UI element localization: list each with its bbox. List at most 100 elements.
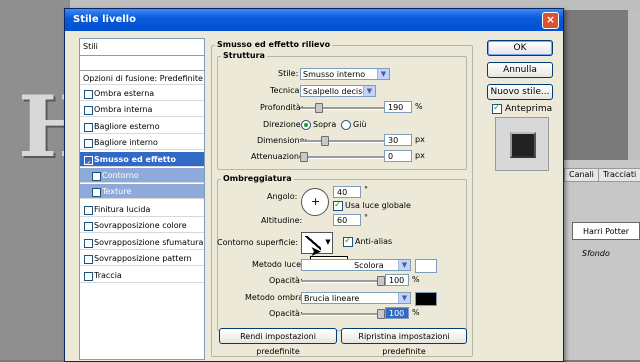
dialog-title: Stile livello (73, 14, 136, 25)
style-item-inner-shadow[interactable]: Ombra interna (80, 102, 204, 117)
document-canvas[interactable]: H (0, 0, 97, 360)
soften-slider-thumb[interactable] (300, 152, 308, 162)
technique-label: Tecnica: (270, 86, 303, 95)
style-item-label: Bagliore interno (94, 138, 158, 147)
close-button[interactable]: × (542, 12, 559, 29)
size-slider[interactable] (300, 140, 384, 143)
tab-channels[interactable]: Canali (564, 168, 599, 182)
shading-title: Ombreggiatura (221, 174, 294, 183)
cancel-button[interactable]: Annulla (487, 62, 553, 78)
new-style-button[interactable]: Nuovo stile... (487, 84, 553, 100)
style-checkbox[interactable] (84, 139, 93, 148)
direction-label: Direzione: (263, 120, 304, 129)
layer-row[interactable]: Harri Potter (572, 222, 640, 240)
shadow-opacity-slider[interactable] (301, 313, 385, 316)
highlight-mode-select[interactable]: Scolora ▼ (301, 259, 411, 271)
layer-style-dialog: Stile livello × Stili Opzioni di fusione… (64, 8, 564, 362)
style-checkbox[interactable] (92, 172, 101, 181)
highlight-opacity-input[interactable]: 100 (385, 274, 409, 286)
style-item-drop-shadow[interactable]: Ombra esterna (80, 86, 204, 101)
angle-dial[interactable]: + (301, 188, 329, 216)
shadow-mode-label: Metodo ombra: (245, 293, 307, 302)
blending-options-label: Opzioni di fusione: Predefinite (83, 74, 203, 83)
technique-select[interactable]: Scalpello deciso ▼ (300, 85, 376, 97)
blending-options-item[interactable]: Opzioni di fusione: Predefinite (80, 70, 204, 85)
chevron-down-icon: ▼ (363, 86, 375, 96)
style-item-label: Sovrapposizione colore (94, 221, 187, 230)
soften-unit: px (415, 151, 425, 160)
layer-name: Harri Potter (583, 227, 630, 236)
style-item-pattern-overlay[interactable]: Sovrapposizione pattern (80, 251, 204, 266)
soften-input[interactable]: 0 (384, 150, 412, 162)
style-checkbox[interactable] (92, 188, 101, 197)
highlight-color-swatch[interactable] (415, 259, 437, 273)
dialog-titlebar[interactable]: Stile livello × (65, 9, 563, 31)
style-item-outer-glow[interactable]: Bagliore esterno (80, 119, 204, 134)
style-item-label: Bagliore esterno (94, 122, 160, 131)
structure-title: Struttura (221, 51, 267, 60)
depth-slider-thumb[interactable] (315, 103, 323, 113)
size-slider-thumb[interactable] (321, 136, 329, 146)
preview-swatch (510, 132, 536, 158)
style-checkbox[interactable] (84, 272, 93, 281)
soften-slider[interactable] (300, 156, 384, 159)
style-checkbox[interactable] (84, 239, 93, 248)
style-item-contour[interactable]: Contorno (80, 168, 204, 183)
make-default-button[interactable]: Rendi impostazioni predefinite (219, 328, 337, 356)
style-item-label: Finitura lucida (94, 205, 151, 214)
style-item-label: Sovrapposizione pattern (94, 254, 192, 263)
shadow-opacity-thumb[interactable] (377, 309, 385, 319)
global-light-label: Usa luce globale (345, 201, 411, 210)
style-checkbox[interactable] (84, 123, 93, 132)
style-select[interactable]: Smusso interno ▼ (300, 68, 390, 80)
depth-input[interactable]: 190 (384, 101, 412, 113)
style-item-inner-glow[interactable]: Bagliore interno (80, 135, 204, 150)
technique-select-value: Scalpello deciso (303, 87, 368, 96)
highlight-opacity-unit: % (412, 275, 420, 284)
style-item-gradient-overlay[interactable]: Sovrapposizione sfumatura (80, 235, 204, 250)
highlight-opacity-label: Opacità: (269, 276, 303, 285)
altitude-input[interactable]: 60 (333, 214, 361, 226)
style-item-label: Traccia (94, 271, 122, 280)
section-title: Smusso ed effetto rilievo (215, 40, 333, 49)
style-item-stroke[interactable]: Traccia (80, 268, 204, 283)
global-light-checkbox[interactable] (333, 200, 343, 211)
shadow-mode-select[interactable]: Brucia lineare ▼ (301, 292, 411, 304)
style-checkbox[interactable] (84, 255, 93, 264)
angle-unit: ° (364, 185, 368, 194)
style-item-satin[interactable]: Finitura lucida (80, 202, 204, 217)
direction-down-radio[interactable] (341, 120, 351, 130)
highlight-mode-value: Scolora (354, 261, 384, 270)
size-input[interactable]: 30 (384, 134, 412, 146)
direction-up-radio[interactable] (301, 120, 311, 130)
style-item-bevel-emboss[interactable]: ✓Smusso ed effetto rilievo (80, 152, 204, 179)
reset-default-button[interactable]: Ripristina impostazioni predefinite (341, 328, 467, 356)
anti-alias-checkbox[interactable] (343, 236, 353, 247)
highlight-opacity-slider[interactable] (301, 280, 385, 283)
angle-input[interactable]: 40 (333, 186, 361, 198)
depth-slider[interactable] (300, 107, 384, 110)
chevron-down-icon: ▼ (325, 238, 331, 246)
style-item-label: Ombra interna (94, 105, 153, 114)
style-item-color-overlay[interactable]: Sovrapposizione colore (80, 218, 204, 233)
app-scrollbar[interactable] (628, 10, 640, 160)
shadow-color-swatch[interactable] (415, 292, 437, 306)
shadow-opacity-input[interactable]: 100 (385, 307, 409, 319)
preview-checkbox[interactable] (492, 103, 502, 114)
highlight-opacity-thumb[interactable] (377, 276, 385, 286)
depth-unit: % (415, 102, 423, 111)
style-checkbox[interactable] (84, 106, 93, 115)
styles-header-label: Stili (83, 42, 98, 51)
size-unit: px (415, 135, 425, 144)
style-item-texture[interactable]: Texture (80, 184, 204, 199)
shadow-mode-value: Brucia lineare (304, 294, 360, 303)
style-checkbox[interactable] (84, 90, 93, 99)
layer-row[interactable]: Sfondo (572, 245, 640, 263)
ok-button[interactable]: OK (487, 40, 553, 56)
tab-paths[interactable]: Tracciati (598, 168, 640, 182)
styles-header[interactable]: Stili (80, 39, 204, 56)
style-checkbox[interactable] (84, 222, 93, 231)
style-checkbox[interactable] (84, 206, 93, 215)
chevron-down-icon: ▼ (398, 260, 410, 270)
style-checkbox[interactable]: ✓ (84, 156, 93, 168)
